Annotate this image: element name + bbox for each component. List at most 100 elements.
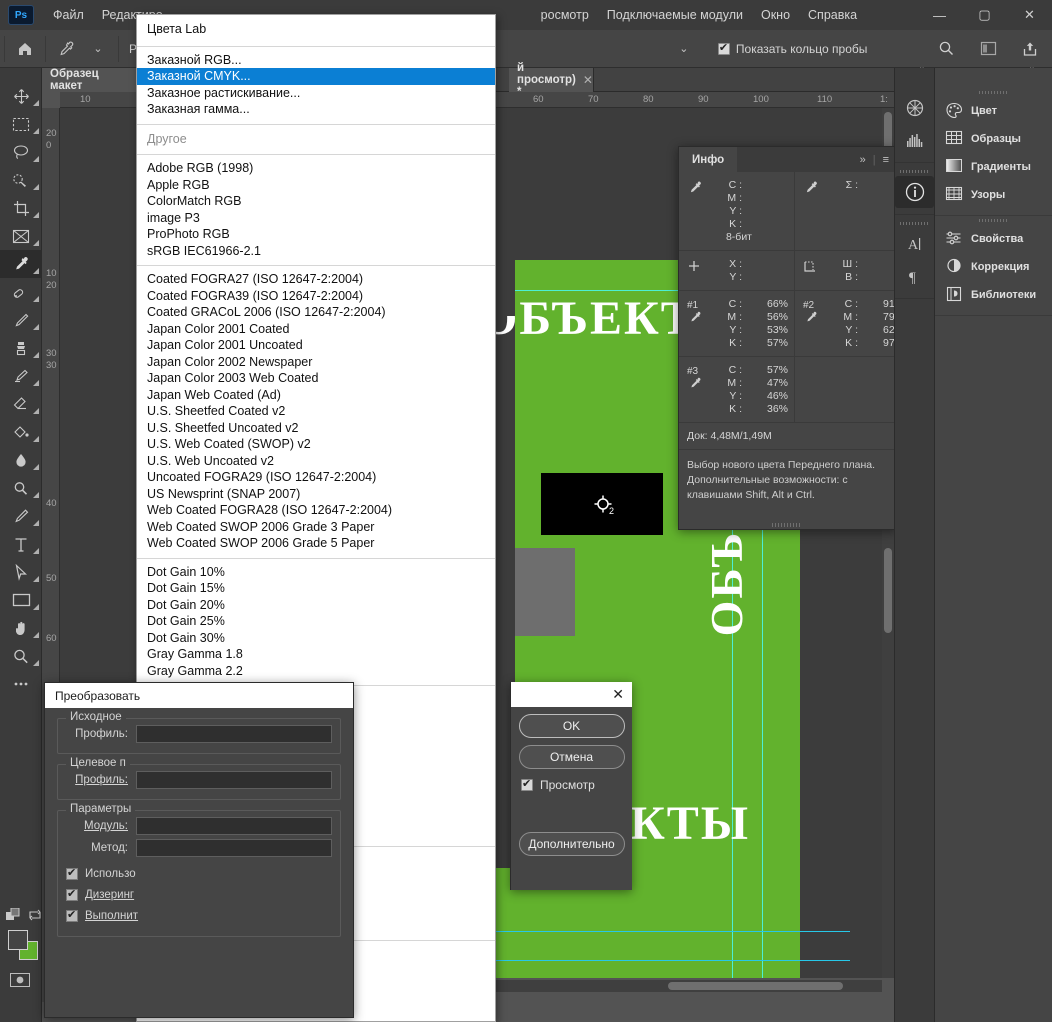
dropdown-item[interactable]: U.S. Web Coated (SWOP) v2 bbox=[137, 436, 495, 453]
document-tab-2[interactable]: й просмотр) * ✕ bbox=[509, 68, 594, 92]
dropdown-item[interactable]: Gray Gamma 1.8 bbox=[137, 646, 495, 663]
dock-grip[interactable] bbox=[935, 216, 1052, 225]
eyedropper-icon[interactable] bbox=[50, 34, 82, 64]
intent-row[interactable]: Метод: bbox=[66, 837, 332, 859]
minimize-button[interactable]: — bbox=[917, 0, 962, 30]
dropdown-item[interactable]: ProPhoto RGB bbox=[137, 226, 495, 243]
dropdown-item[interactable]: Coated FOGRA27 (ISO 12647-2:2004) bbox=[137, 271, 495, 288]
target-profile-select[interactable] bbox=[136, 771, 332, 789]
dropdown-item[interactable]: ColorMatch RGB bbox=[137, 193, 495, 210]
swap-colors-icon[interactable] bbox=[28, 908, 42, 924]
strip-grip[interactable] bbox=[895, 219, 934, 228]
rectangular-marquee-tool[interactable] bbox=[0, 110, 42, 138]
dropdown-item[interactable]: Dot Gain 10% bbox=[137, 564, 495, 581]
menu-window[interactable]: Окно bbox=[752, 0, 799, 30]
dropdown-item[interactable]: sRGB IEC61966-2.1 bbox=[137, 243, 495, 260]
quick-mask-icon[interactable] bbox=[10, 973, 30, 992]
dropdown-item[interactable]: Web Coated SWOP 2006 Grade 3 Paper bbox=[137, 519, 495, 536]
dropdown-item[interactable]: Web Coated SWOP 2006 Grade 5 Paper bbox=[137, 535, 495, 552]
use-bpc-checkbox[interactable]: Использо bbox=[66, 863, 332, 884]
panel-gradients[interactable]: Градиенты bbox=[935, 153, 1052, 181]
target-profile-row[interactable]: Профиль: bbox=[66, 769, 332, 791]
expand-icon[interactable]: » bbox=[860, 154, 866, 166]
panel-swatches[interactable]: Образцы bbox=[935, 125, 1052, 153]
dropdown-item[interactable]: Coated FOGRA39 (ISO 12647-2:2004) bbox=[137, 288, 495, 305]
intent-select[interactable] bbox=[136, 839, 332, 857]
dropdown-item[interactable]: U.S. Sheetfed Coated v2 bbox=[137, 403, 495, 420]
dropdown-item[interactable]: Apple RGB bbox=[137, 177, 495, 194]
menu-view[interactable]: росмотр bbox=[532, 0, 598, 30]
dodge-tool[interactable] bbox=[0, 474, 42, 502]
dropdown-item[interactable]: Заказная гамма... bbox=[137, 101, 495, 118]
menu-help[interactable]: Справка bbox=[799, 0, 866, 30]
dropdown-item[interactable]: Dot Gain 15% bbox=[137, 580, 495, 597]
dropdown-item[interactable]: Japan Color 2001 Coated bbox=[137, 321, 495, 338]
zoom-tool[interactable] bbox=[0, 642, 42, 670]
dropdown-item[interactable]: Dot Gain 25% bbox=[137, 613, 495, 630]
dropdown-item[interactable]: Japan Color 2001 Uncoated bbox=[137, 337, 495, 354]
shape-tool[interactable] bbox=[0, 586, 42, 614]
crop-tool[interactable] bbox=[0, 194, 42, 222]
tab-info[interactable]: Инфо bbox=[679, 147, 737, 172]
clone-stamp-tool[interactable] bbox=[0, 334, 42, 362]
dropdown-item[interactable]: Japan Color 2002 Newspaper bbox=[137, 354, 495, 371]
eraser-tool[interactable] bbox=[0, 390, 42, 418]
dropdown-item[interactable]: U.S. Web Uncoated v2 bbox=[137, 453, 495, 470]
checkbox-box[interactable] bbox=[521, 779, 533, 791]
engine-row[interactable]: Модуль: bbox=[66, 815, 332, 837]
dropdown-item[interactable]: Japan Web Coated (Ad) bbox=[137, 387, 495, 404]
cancel-button[interactable]: Отмена bbox=[519, 745, 625, 769]
panel-resize-gripper[interactable] bbox=[772, 523, 802, 527]
dropdown-item[interactable]: Dot Gain 30% bbox=[137, 630, 495, 647]
ok-button[interactable]: OK bbox=[519, 714, 625, 738]
panel-collapse-icon[interactable] bbox=[935, 68, 1052, 88]
panel-properties[interactable]: Свойства bbox=[935, 225, 1052, 253]
move-tool[interactable] bbox=[0, 82, 42, 110]
vertical-scroll-thumb-2[interactable] bbox=[884, 548, 892, 633]
history-brush-tool[interactable] bbox=[0, 362, 42, 390]
navigator-icon[interactable] bbox=[895, 92, 934, 124]
preview-checkbox[interactable]: Просмотр bbox=[521, 778, 632, 792]
dropdown-item[interactable]: Цвета Lab bbox=[137, 21, 495, 38]
show-sampling-ring-checkbox[interactable]: Показать кольцо пробы bbox=[718, 42, 867, 56]
share-icon[interactable] bbox=[1014, 34, 1046, 64]
home-icon[interactable] bbox=[9, 34, 41, 64]
search-icon[interactable] bbox=[930, 34, 962, 64]
dropdown-item[interactable]: Japan Color 2003 Web Coated bbox=[137, 370, 495, 387]
blur-tool[interactable] bbox=[0, 446, 42, 474]
dropdown-item[interactable]: Заказное растискивание... bbox=[137, 85, 495, 102]
eyedropper-tool[interactable] bbox=[0, 250, 42, 278]
info-icon[interactable] bbox=[895, 176, 934, 208]
dropdown-item[interactable]: Web Coated FOGRA28 (ISO 12647-2:2004) bbox=[137, 502, 495, 519]
healing-brush-tool[interactable] bbox=[0, 278, 42, 306]
dropdown-item[interactable]: Заказной RGB... bbox=[137, 52, 495, 69]
character-icon[interactable]: A bbox=[895, 228, 934, 260]
tool-preset-chevron-icon[interactable]: ⌄ bbox=[82, 34, 114, 64]
brush-tool[interactable] bbox=[0, 306, 42, 334]
checkbox-box[interactable] bbox=[718, 43, 730, 55]
dropdown-item[interactable]: image P3 bbox=[137, 210, 495, 227]
advanced-button[interactable]: Дополнительно bbox=[519, 832, 625, 856]
quick-selection-tool[interactable] bbox=[0, 166, 42, 194]
more-tools-icon[interactable] bbox=[0, 670, 42, 698]
panel-adjustments[interactable]: Коррекция bbox=[935, 253, 1052, 281]
hand-tool[interactable] bbox=[0, 614, 42, 642]
close-button[interactable]: ✕ bbox=[1007, 0, 1052, 30]
histogram-icon[interactable] bbox=[895, 124, 934, 156]
strip-grip[interactable] bbox=[895, 167, 934, 176]
type-tool[interactable] bbox=[0, 530, 42, 558]
dropdown-item[interactable]: Coated GRACoL 2006 (ISO 12647-2:2004) bbox=[137, 304, 495, 321]
checkbox-box[interactable] bbox=[66, 868, 78, 880]
panel-patterns[interactable]: Узоры bbox=[935, 181, 1052, 209]
flatten-checkbox[interactable]: Выполнит bbox=[66, 905, 332, 926]
dropdown-item[interactable]: US Newsprint (SNAP 2007) bbox=[137, 486, 495, 503]
frame-tool[interactable] bbox=[0, 222, 42, 250]
dither-checkbox[interactable]: Дизеринг bbox=[66, 884, 332, 905]
color-swatches[interactable] bbox=[8, 930, 38, 960]
foreground-color-swatch[interactable] bbox=[8, 930, 28, 950]
info-panel[interactable]: Инфо » | ≡ C : M : Y : K : 8-бит bbox=[678, 146, 896, 530]
sample-size-chevron-icon[interactable]: ⌄ bbox=[668, 34, 700, 64]
workspace-icon[interactable] bbox=[972, 34, 1004, 64]
dialog-buttons-panel[interactable]: ✕ OK Отмена Просмотр Дополнительно bbox=[510, 682, 632, 890]
panel-libraries[interactable]: Библиотеки bbox=[935, 281, 1052, 309]
